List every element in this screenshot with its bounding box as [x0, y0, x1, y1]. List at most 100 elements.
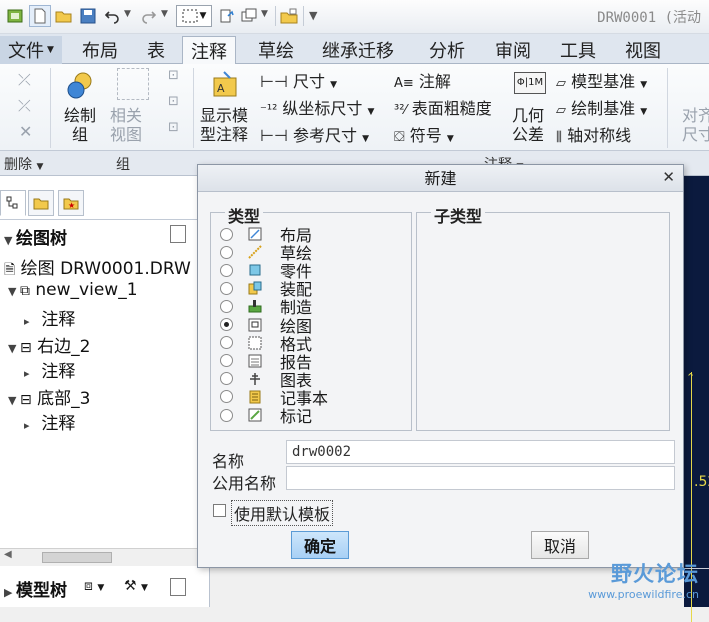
subtype-label: 子类型: [431, 203, 486, 227]
app-icon[interactable]: [4, 5, 26, 27]
save-icon[interactable]: [77, 5, 99, 27]
type-radio[interactable]: [220, 372, 233, 386]
type-radio[interactable]: [220, 227, 233, 241]
tab-sketch[interactable]: 草绘: [250, 36, 302, 64]
model-datum-icon: ▱: [556, 76, 566, 91]
drawing-canvas[interactable]: ⌃ .52: [680, 176, 709, 622]
ok-button[interactable]: 确定: [291, 531, 349, 559]
select-box-icon[interactable]: ▼: [176, 5, 212, 27]
model-tree-header[interactable]: ▶ 模型树: [4, 576, 67, 601]
type-radio[interactable]: [220, 336, 233, 350]
undo-dropdown-icon[interactable]: ▼: [124, 9, 131, 19]
delete-icon-1[interactable]: ⤫: [18, 70, 31, 90]
geometric-tolerance-button[interactable]: 几何 公差: [512, 106, 544, 144]
undo-icon[interactable]: [101, 5, 123, 27]
notebook-icon: [247, 389, 263, 405]
redo-icon[interactable]: [138, 5, 160, 27]
type-radio[interactable]: [220, 390, 233, 404]
tab-tools[interactable]: 工具: [552, 36, 604, 64]
tree-root[interactable]: 🗎 绘图 DRW0001.DRW: [4, 254, 191, 283]
redo-dropdown-icon[interactable]: ▼: [161, 9, 168, 19]
tab-view[interactable]: 视图: [617, 36, 669, 64]
group-tool-icon-2[interactable]: ⊡: [168, 94, 179, 109]
tree-item-view-1-annotations[interactable]: ▸ 注释: [24, 305, 75, 330]
model-tree-display-icon[interactable]: ⧈ ▼: [84, 578, 104, 594]
type-radio[interactable]: [220, 408, 233, 422]
tree-item-view-1[interactable]: ▼ ⧉ new_view_1: [8, 280, 138, 300]
close-window-icon[interactable]: [278, 5, 300, 27]
tab-file[interactable]: 文件 ▼: [0, 36, 62, 64]
model-datum-button[interactable]: ▱ 模型基准 ▼: [556, 68, 647, 92]
tab-annotate[interactable]: 注释: [182, 36, 236, 65]
svg-text:★: ★: [68, 201, 75, 210]
show-model-annotations-button[interactable]: 显示模 型注释: [200, 106, 248, 144]
show-model-annotations-icon[interactable]: A: [210, 70, 242, 100]
customize-qat-icon[interactable]: ▼: [309, 9, 317, 22]
related-view-icon[interactable]: [117, 68, 149, 100]
drawing-icon: 🗎: [4, 262, 16, 278]
geometric-tolerance-icon[interactable]: Φ|1M: [514, 72, 546, 94]
draw-group-button[interactable]: 绘制 组: [64, 106, 96, 144]
align-dimension-button[interactable]: 对齐 尺寸: [682, 106, 709, 144]
close-icon[interactable]: ✕: [662, 168, 675, 186]
group-tool-icon-1[interactable]: ⊡: [168, 68, 179, 83]
draw-group-icon[interactable]: [65, 70, 97, 102]
reference-dimension-button[interactable]: ⊢⊣ 参考尺寸 ▼: [260, 122, 369, 146]
use-default-template-label[interactable]: 使用默认模板: [231, 500, 334, 526]
windows-icon[interactable]: [238, 5, 260, 27]
ordinate-dimension-button[interactable]: ⁻¹² 纵坐标尺寸 ▼: [260, 95, 374, 119]
tab-table[interactable]: 表: [139, 36, 173, 64]
open-folder-icon[interactable]: [53, 5, 75, 27]
model-tree-tools-icon[interactable]: ⚒ ▼: [124, 578, 148, 594]
favorites-tab-icon[interactable]: ★: [58, 190, 84, 216]
cancel-button[interactable]: 取消: [531, 531, 589, 559]
common-name-field[interactable]: [286, 466, 675, 490]
dimension-button[interactable]: ⊢⊣ 尺寸 ▼: [260, 68, 337, 92]
tab-review[interactable]: 审阅: [487, 36, 539, 64]
group-tool-icon-3[interactable]: ⊡: [168, 120, 179, 135]
tree-item-view-3-annotations[interactable]: ▸ 注释: [24, 409, 75, 434]
draw-datum-button[interactable]: ▱ 绘制基准 ▼: [556, 95, 647, 119]
tree-tab-icon[interactable]: [0, 190, 26, 216]
type-radio[interactable]: [220, 263, 233, 277]
type-radio[interactable]: [220, 245, 233, 259]
surface-finish-button[interactable]: ³²⁄ 表面粗糙度: [394, 95, 492, 119]
layout-icon: [247, 226, 263, 242]
delete-icon[interactable]: ✕: [19, 122, 32, 141]
tree-scrollbar[interactable]: ◀ ▶: [0, 548, 210, 566]
quick-access-toolbar: ▼ ▼ ▼ ▼ ▼ DRW0001 (活动: [0, 0, 709, 34]
type-radio[interactable]: [220, 354, 233, 368]
new-file-icon[interactable]: [29, 5, 51, 27]
tab-layout[interactable]: 布局: [74, 36, 126, 64]
use-default-template-checkbox[interactable]: [213, 504, 226, 517]
type-option-markup[interactable]: 标记: [220, 406, 312, 426]
folder-browser-tab-icon[interactable]: [28, 190, 54, 216]
regenerate-icon[interactable]: [216, 5, 238, 27]
related-view-button[interactable]: 相关 视图: [110, 106, 142, 144]
model-tree-settings-icon[interactable]: [170, 578, 186, 596]
dimension-text: .52: [694, 474, 709, 490]
tree-item-view-3[interactable]: ▼ ⊟ 底部_3: [8, 384, 90, 409]
tree-item-view-2-annotations[interactable]: ▸ 注释: [24, 357, 75, 382]
tab-legacy-migration[interactable]: 继承迁移: [314, 36, 402, 64]
common-name-label: 公用名称: [212, 474, 277, 493]
type-radio[interactable]: [220, 299, 233, 313]
tab-analysis[interactable]: 分析: [421, 36, 473, 64]
type-radio[interactable]: [220, 318, 233, 331]
tree-settings-icon[interactable]: [170, 225, 186, 243]
windows-dropdown-icon[interactable]: ▼: [261, 9, 268, 19]
symbol-icon: ⛋: [394, 129, 405, 145]
note-button[interactable]: A≡ 注解: [394, 68, 451, 92]
tree-item-view-2[interactable]: ▼ ⊟ 右边_2: [8, 332, 90, 357]
group-label: 组: [116, 157, 130, 173]
name-field[interactable]: drw0002: [286, 440, 675, 464]
delete-icon-2[interactable]: ⤫: [18, 96, 31, 116]
axis-of-symmetry-button[interactable]: ⫼ 轴对称线: [556, 122, 631, 146]
ribbon-panel: ⤫ ⤫ ✕ 绘制 组 相关 视图 ⊡ ⊡ ⊡ A 显示模 型注释 ⊢⊣ 尺寸 ▼…: [0, 64, 709, 151]
projection-view-icon: ⊟: [20, 392, 32, 408]
type-label: 类型: [225, 203, 264, 227]
type-radio[interactable]: [220, 281, 233, 295]
delete-group-label[interactable]: 删除 ▼: [4, 154, 43, 174]
scrollbar-thumb[interactable]: [42, 552, 112, 563]
symbol-button[interactable]: ⛋ 符号 ▼: [394, 122, 454, 146]
